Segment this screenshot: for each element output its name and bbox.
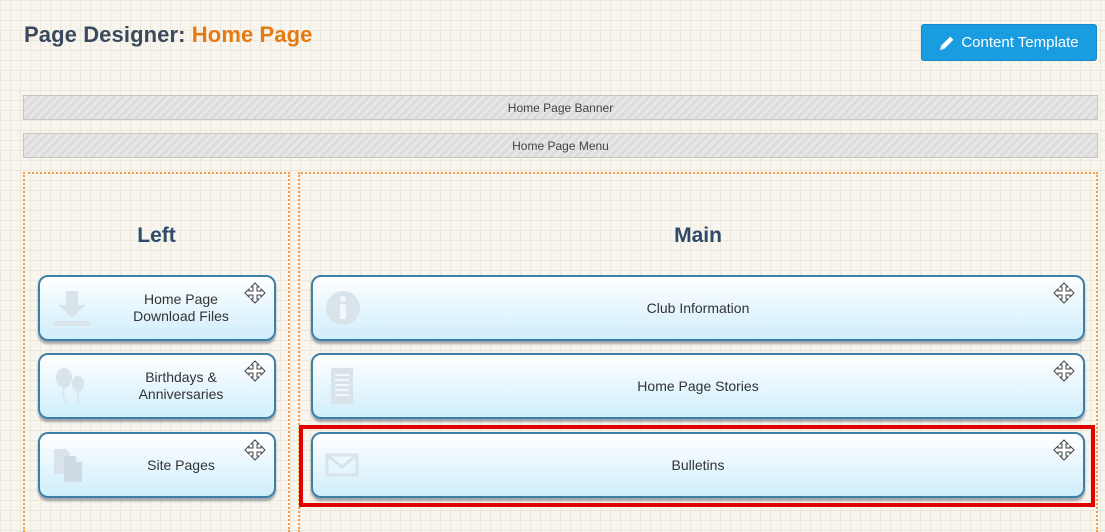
- left-zone-heading: Left: [137, 224, 176, 247]
- move-handle-icon[interactable]: [244, 439, 266, 464]
- move-handle-icon[interactable]: [244, 282, 266, 307]
- widget-home-page-stories[interactable]: Home Page Stories: [311, 353, 1085, 419]
- info-icon: [323, 288, 363, 328]
- widget-birthdays-anniversaries[interactable]: Birthdays & Anniversaries: [38, 353, 276, 419]
- widget-club-information[interactable]: Club Information: [311, 275, 1085, 341]
- content-template-button[interactable]: Content Template: [921, 24, 1097, 61]
- page-title: Page Designer: Home Page: [24, 22, 313, 48]
- widget-label: Birthdays & Anniversaries: [138, 369, 224, 402]
- widget-label: Home Page Download Files: [133, 291, 229, 324]
- download-icon: [50, 289, 94, 327]
- balloons-icon: [50, 367, 94, 405]
- banner-slot[interactable]: Home Page Banner: [23, 95, 1098, 120]
- pages-icon: [50, 446, 94, 484]
- main-zone-heading: Main: [674, 224, 722, 247]
- widget-label: Club Information: [646, 300, 750, 316]
- page-name: Home Page: [191, 22, 313, 47]
- move-handle-icon[interactable]: [1053, 439, 1075, 464]
- envelope-icon: [323, 445, 363, 485]
- move-handle-icon[interactable]: [1053, 360, 1075, 385]
- widget-home-page-download-files[interactable]: Home Page Download Files: [38, 275, 276, 341]
- widget-site-pages[interactable]: Site Pages: [38, 432, 276, 498]
- title-prefix: Page Designer:: [24, 22, 186, 47]
- document-icon: [323, 366, 363, 406]
- widget-bulletins[interactable]: Bulletins: [311, 432, 1085, 498]
- pencil-icon: [940, 36, 954, 50]
- widget-label: Bulletins: [671, 457, 725, 473]
- menu-slot-label: Home Page Menu: [512, 138, 609, 153]
- widget-label: Home Page Stories: [637, 378, 759, 394]
- banner-slot-label: Home Page Banner: [507, 100, 614, 115]
- move-handle-icon[interactable]: [244, 360, 266, 385]
- menu-slot[interactable]: Home Page Menu: [23, 133, 1098, 158]
- content-template-label: Content Template: [961, 34, 1079, 51]
- move-handle-icon[interactable]: [1053, 282, 1075, 307]
- widget-label: Site Pages: [147, 456, 215, 473]
